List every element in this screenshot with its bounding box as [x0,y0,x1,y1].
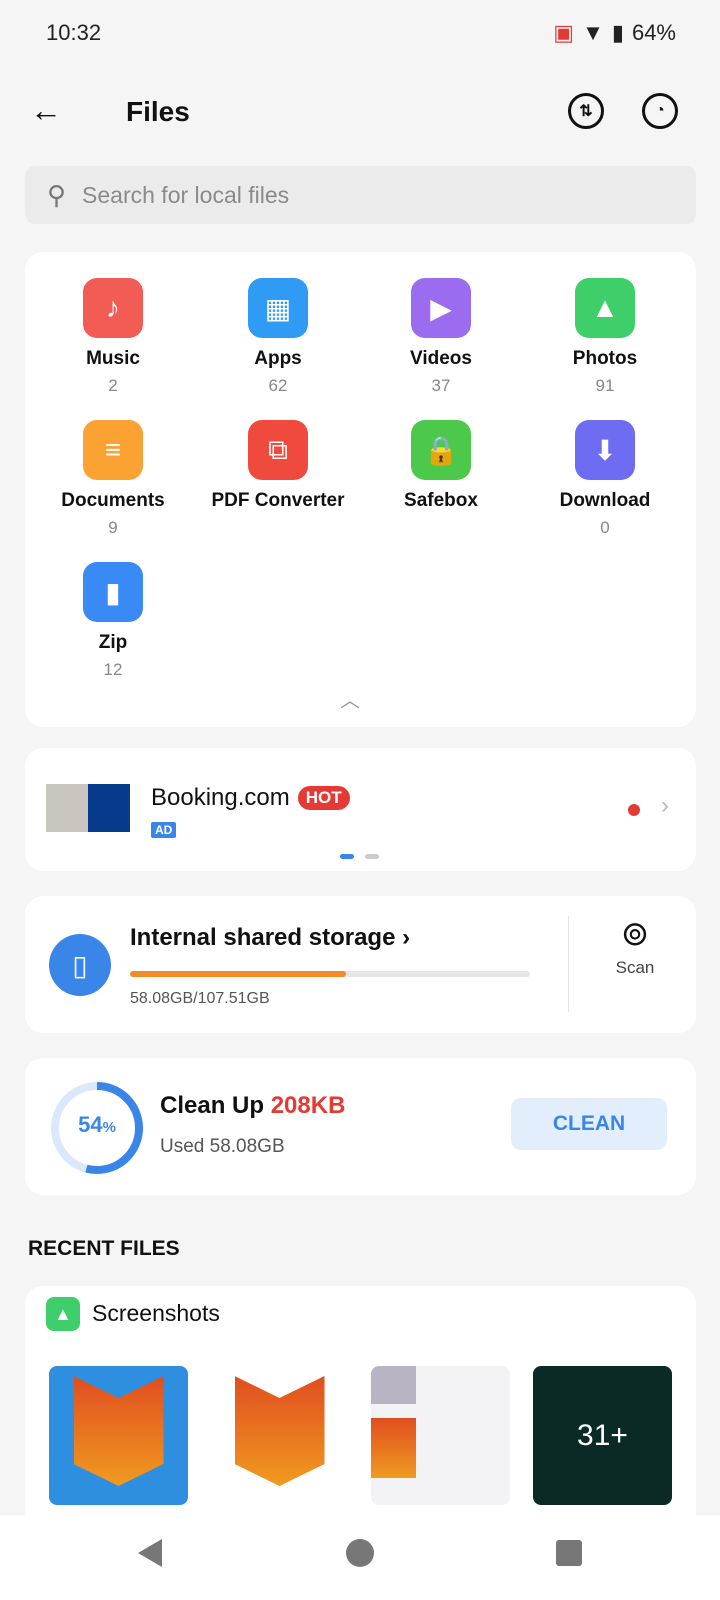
category-videos[interactable]: ▶ Videos 37 [361,278,521,396]
percent-sign: % [102,1119,116,1136]
category-label: PDF Converter [211,490,345,511]
storage-bar-fill [130,971,346,977]
scan-label: Scan [615,958,655,977]
category-label: Download [559,490,651,511]
category-documents[interactable]: ≡ Documents 9 [33,420,193,538]
category-label: Videos [410,348,472,369]
navigation-bar [0,1515,720,1600]
chevron-right-icon: › [402,924,411,951]
ad-title: Booking.com [151,784,290,811]
screenshot-thumbnail[interactable] [371,1366,510,1505]
category-zip[interactable]: ▮ Zip 12 [33,562,193,680]
category-photos[interactable]: ▲ Photos 91 [525,278,685,396]
search-placeholder: Search for local files [82,181,290,208]
wifi-icon: ▼ [582,20,604,45]
recent-files-heading: RECENT FILES [28,1237,180,1260]
hot-badge: HOT [297,786,350,810]
category-count: 9 [108,518,118,537]
more-count: 31+ [577,1418,628,1452]
category-count: 37 [431,376,451,395]
clean-button[interactable]: CLEAN [511,1098,667,1150]
category-download[interactable]: ⬇ Download 0 [525,420,685,538]
cleanup-size: 208KB [270,1092,346,1119]
search-input[interactable]: ⚲ Search for local files [25,166,696,224]
status-time: 10:32 [46,20,102,45]
zip-icon: ▮ [83,562,143,622]
cleanup-card: 54% Clean Up 208KB Used 58.08GB CLEAN [25,1058,696,1195]
usage-percent: 54 [78,1112,103,1137]
history-button[interactable]: ◔ [642,93,678,129]
storage-usage: 58.08GB/107.51GB [130,990,270,1007]
storage-card[interactable]: ▯ Internal shared storage › 58.08GB/107.… [25,896,696,1033]
category-label: Apps [254,348,302,369]
storage-title: Internal shared storage [130,924,396,951]
category-music[interactable]: ♪ Music 2 [33,278,193,396]
clock-icon: ◔ [655,102,665,119]
category-label: Music [86,348,140,369]
category-label: Photos [572,348,638,369]
photos-icon: ▲ [575,278,635,338]
page-dot [365,854,379,859]
phone-icon: ▯ [49,934,111,996]
ad-image [46,784,130,832]
category-count: 12 [103,660,123,679]
divider [568,916,569,1012]
folder-name[interactable]: Screenshots [92,1300,220,1327]
chevron-right-icon: › [661,792,669,819]
back-nav-button[interactable] [138,1539,162,1567]
category-label: Documents [61,490,165,511]
screenshot-thumbnail[interactable] [49,1366,188,1505]
ad-badge: AD [151,822,177,838]
categories-card: ♪ Music 2 ▦ Apps 62 ▶ Videos 37 ▲ Photos 91… [25,252,696,727]
category-pdf-converter[interactable]: ⧉ PDF Converter [198,420,358,518]
page-dot-active [340,854,354,859]
home-nav-button[interactable] [346,1539,374,1567]
notification-dot [628,804,640,816]
screenshot-thumbnail[interactable] [210,1366,349,1505]
music-icon: ♪ [83,278,143,338]
back-button[interactable]: ← [30,92,62,129]
ad-banner[interactable]: Booking.com HOT AD › [25,748,696,871]
download-icon: ⬇ [575,420,635,480]
category-count: 62 [268,376,288,395]
category-count: 91 [595,376,615,395]
videos-icon: ▶ [411,278,471,338]
search-icon: ⚲ [47,179,67,210]
category-apps[interactable]: ▦ Apps 62 [198,278,358,396]
pdf-converter-icon: ⧉ [248,420,308,480]
category-safebox[interactable]: 🔒 Safebox [361,420,521,518]
cleanup-title: Clean Up [160,1092,265,1119]
page-title: Files [126,96,190,127]
sort-icon: ⇅ [579,103,593,120]
sort-button[interactable]: ⇅ [568,93,604,129]
category-count: 2 [108,376,118,395]
more-screenshots[interactable]: 31+ [533,1366,672,1505]
storage-bar [130,971,530,977]
category-label: Zip [98,632,128,653]
photos-icon: ▲ [46,1297,80,1331]
safebox-icon: 🔒 [411,420,471,480]
scan-icon: ⊚ [620,915,650,953]
recents-nav-button[interactable] [556,1540,582,1566]
scan-button[interactable]: ⊚ Scan [585,914,685,978]
battery-level: 64% [631,20,676,45]
category-label: Safebox [404,490,478,511]
status-icons: ▣ ▼ ▮ 64% [553,20,676,46]
collapse-chevron-icon[interactable]: ︿ [340,684,360,713]
cast-icon: ▣ [553,20,575,45]
used-label: Used 58.08GB [160,1136,285,1157]
category-count: 0 [600,518,610,537]
documents-icon: ≡ [83,420,143,480]
battery-icon: ▮ [611,20,624,45]
apps-icon: ▦ [248,278,308,338]
